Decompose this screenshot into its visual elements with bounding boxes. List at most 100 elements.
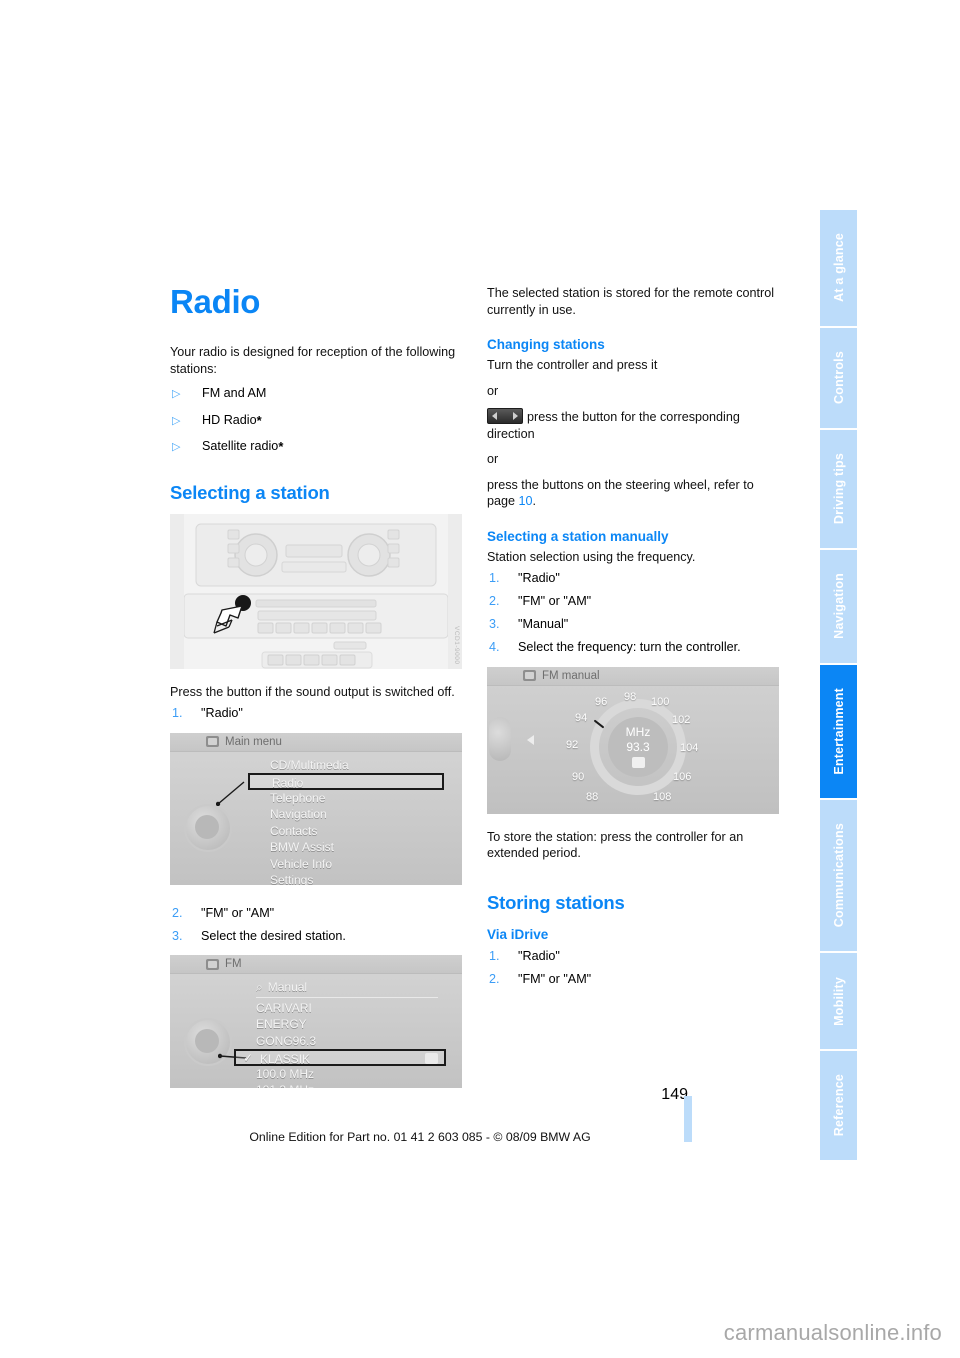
idrive-header-label: Main menu [225,735,282,748]
watermark: carmanualsonline.info [723,1320,942,1345]
nav-tab-controls[interactable]: Controls [820,327,857,430]
selecting-manually-intro: Station selection using the frequency. [487,549,696,564]
dial-tick-90: 90 [572,770,585,783]
frequency-value: 93.3 [626,739,650,754]
menu-item-settings[interactable]: Settings [170,872,462,885]
idrive-station-list: ⌕ Manual CARIVARI ENERGY GONG96.3 ✓ KLASS… [170,974,462,1088]
nav-tab-at-a-glance[interactable]: At a glance [820,210,857,328]
nav-tab-navigation[interactable]: Navigation [820,549,857,665]
dial-tick-92: 92 [566,738,579,751]
station-label: CARIVARI [256,1000,312,1015]
station-item-carivari[interactable]: CARIVARI [170,1000,462,1017]
changing-stations-or-2: or [487,452,499,467]
figure-fm-station-list-screen: FM ⌕ Manual CARIVARI ENERGY GONG96.3 ✓ K… [170,955,462,1089]
steering-text-end: . [532,494,537,509]
step-item: 1. "Radio" [487,948,779,965]
dial-tick-106: 106 [673,770,692,783]
menu-item-cd-multimedia[interactable]: CD/Multimedia [170,757,462,774]
dial-left-pointer-icon [527,734,534,745]
list-item: ▷ FM and AM [170,385,462,403]
store-station-note: To store the station: press the controll… [487,829,744,861]
station-item-gong963[interactable]: GONG96.3 [170,1033,462,1050]
nav-tab-reference[interactable]: Reference [820,1050,857,1160]
menu-icon [206,736,219,748]
footnote-star: * [256,412,262,428]
step-number: 2. [489,972,500,987]
menu-item-label: Navigation [270,807,327,822]
station-item-energy[interactable]: ENERGY [170,1016,462,1033]
menu-item-bmw-assist[interactable]: BMW Assist [170,839,462,856]
step-text: "FM" or "AM" [518,594,592,609]
idrive-header-label: FM [225,958,242,971]
manual-page: At a glance Controls Driving tips Naviga… [0,0,960,1358]
idrive-screen-header: FM [170,955,462,975]
menu-item-telephone[interactable]: Telephone [170,790,462,807]
figure-fm-manual-tuning-screen: FM manual MHz 93.3 88 90 92 94 96 98 100… [487,666,779,814]
list-item-label: HD Radio [202,412,257,427]
station-item-manual[interactable]: ⌕ Manual [170,979,462,996]
menu-item-contacts[interactable]: Contacts [170,823,462,840]
footer-edition-line: Online Edition for Part no. 01 41 2 603 … [249,1130,591,1144]
section-heading-storing-stations: Storing stations [487,891,625,913]
dashboard-illustration [170,513,462,669]
menu-item-vehicle-info[interactable]: Vehicle Info [170,856,462,873]
station-label: KLASSIK [260,1052,311,1067]
subsection-heading-via-idrive: Via iDrive [487,927,549,943]
step-text: Select the desired station. [201,928,346,943]
menu-item-radio[interactable]: Radio [248,773,444,790]
station-type-list: ▷ FM and AM ▷ HD Radio* ▷ Satellite radi… [170,385,462,456]
station-item-1000mhz[interactable]: 100.0 MHz [170,1066,462,1083]
step-number: 3. [489,617,500,632]
search-icon: ⌕ [256,980,263,995]
station-label: ENERGY [256,1017,307,1032]
step-number: 2. [489,594,500,609]
step-item: 1. "Radio" [487,570,779,587]
nav-tab-driving-tips[interactable]: Driving tips [820,429,857,550]
menu-item-label: Settings [270,873,314,885]
station-item-klassik[interactable]: ✓ KLASSIK [234,1049,446,1066]
idrive-screen-header: FM manual [487,666,779,686]
nav-tab-entertainment[interactable]: Entertainment [820,664,857,801]
list-divider [256,996,438,998]
changing-stations-or-1: or [487,383,499,398]
remote-control-note: The selected station is stored for the r… [487,286,774,317]
menu-item-label: CD/Multimedia [270,757,349,772]
nav-tab-label: Reference [831,1074,846,1137]
station-item-1013mhz[interactable]: 101.3 MHz [170,1082,462,1088]
nav-tab-communications[interactable]: Communications [820,800,857,954]
step-text: "Radio" [518,571,560,586]
rocker-switch-icon [487,408,523,425]
step-number: 4. [489,640,500,655]
steering-wheel-line: press the buttons on the steering wheel,… [487,477,779,510]
station-label: 101.3 MHz [256,1083,314,1088]
nav-tab-mobility[interactable]: Mobility [820,953,857,1051]
page-reference-link[interactable]: 10 [519,494,533,508]
step-item: 3. Select the desired station. [170,928,462,945]
dial-tick-94: 94 [575,711,588,724]
triangle-bullet-icon: ▷ [172,441,181,453]
storing-stations-steps: 1. "Radio" 2. "FM" or "AM" [487,948,779,988]
dial-tick-108: 108 [653,790,672,803]
step-number: 3. [172,928,183,943]
checkmark-icon: ✓ [243,1051,254,1066]
selecting-station-steps-cont: 2. "FM" or "AM" 3. Select the desired st… [170,905,462,945]
tuning-dial-center: MHz 93.3 [608,716,668,777]
footnote-star: * [278,439,284,454]
hd-tag-icon [631,756,645,768]
nav-tab-label: Driving tips [831,453,846,525]
section-nav-rail: At a glance Controls Driving tips Naviga… [820,210,857,1160]
idrive-header-label: FM manual [542,669,600,682]
station-label: Manual [267,980,308,995]
figure-code: VCD1-9000 [453,626,460,665]
dial-tick-98: 98 [624,690,637,703]
idrive-menu-list: CD/Multimedia Radio Telephone Navigation… [170,752,462,885]
menu-item-navigation[interactable]: Navigation [170,806,462,823]
step-number: 1. [172,706,183,721]
step-number: 2. [172,905,183,920]
step-item: 2. "FM" or "AM" [170,905,462,922]
step-item: 1. "Radio" [170,705,462,722]
step-number: 1. [489,949,500,964]
subsection-heading-selecting-manually: Selecting a station manually [487,528,669,544]
list-item-label: FM and AM [202,386,267,400]
dial-left-knob [489,716,511,761]
